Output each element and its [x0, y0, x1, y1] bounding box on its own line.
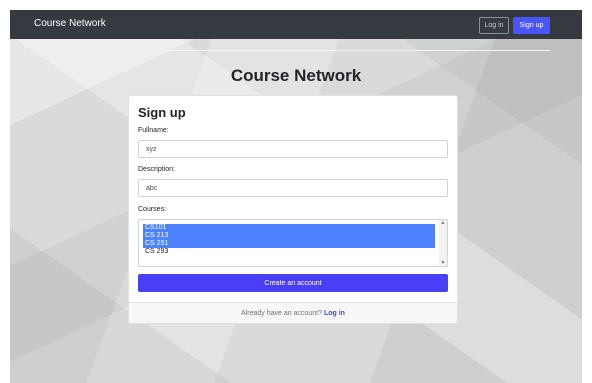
navbar-brand[interactable]: Course Network — [34, 18, 106, 29]
description-input[interactable] — [138, 179, 448, 197]
login-link[interactable]: Log in — [324, 310, 345, 317]
select-scrollbar[interactable]: ▲ ▼ — [439, 220, 447, 266]
signup-button[interactable]: Sign up — [513, 17, 550, 34]
course-option[interactable]: CS 213 — [143, 232, 435, 240]
divider — [38, 50, 550, 51]
course-option[interactable]: CS 251 — [143, 240, 435, 248]
course-option[interactable]: CS 293 — [143, 248, 435, 256]
description-label: Description: — [138, 166, 175, 173]
card-footer: Already have an account? Log in — [129, 302, 457, 323]
navbar: Course Network Log in Sign up — [10, 10, 582, 39]
page-title: Course Network — [230, 66, 362, 85]
scroll-up-icon[interactable]: ▲ — [439, 220, 447, 226]
signup-card: Sign up Fullname: Description: Courses: … — [128, 95, 458, 324]
scroll-down-icon[interactable]: ▼ — [439, 260, 447, 266]
form-heading: Sign up — [138, 105, 186, 120]
browser-viewport: Course Network Log in Sign up Course Net… — [10, 10, 582, 383]
fullname-label: Fullname: — [138, 127, 169, 134]
fullname-input[interactable] — [138, 140, 448, 158]
courses-label: Courses: — [138, 206, 167, 213]
courses-select[interactable]: CS101 CS 213 CS 251 CS 293 ▲ ▼ — [138, 219, 448, 267]
course-option[interactable]: CS101 — [143, 224, 435, 232]
create-account-button[interactable]: Create an account — [138, 274, 448, 292]
login-prompt: Already have an account? — [241, 310, 322, 317]
login-button[interactable]: Log in — [479, 17, 509, 34]
